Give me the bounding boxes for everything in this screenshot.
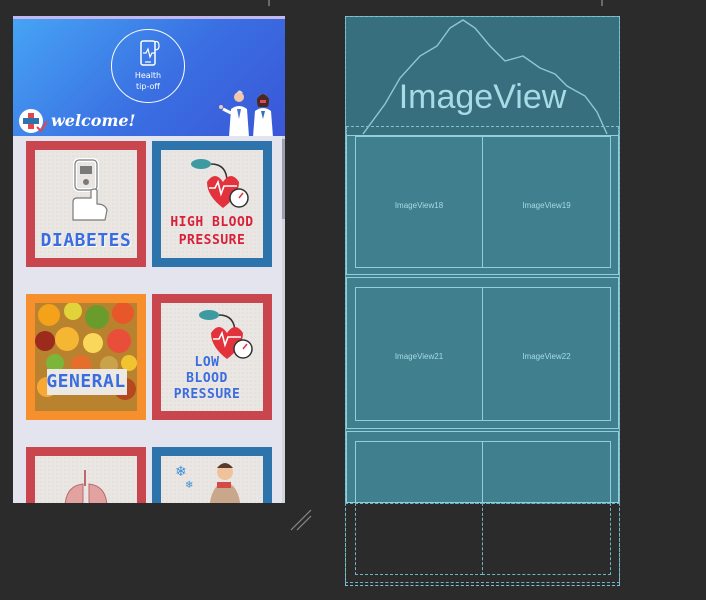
- blueprint-cell-imageview21[interactable]: ImageView21: [355, 287, 483, 421]
- blueprint-cell-offscreen: [482, 503, 611, 575]
- blood-pressure-gauge-icon: [199, 310, 253, 359]
- glucometer-hand-icon: [72, 158, 108, 221]
- card-diabetes[interactable]: DIABETES: [26, 141, 146, 267]
- ruler-tick: [268, 0, 270, 6]
- card-high-blood-pressure[interactable]: HIGH BLOOD PRESSURE: [152, 141, 272, 267]
- design-preview[interactable]: Health tip-off welcome! DIABETES HIGH BL…: [13, 16, 285, 503]
- cold-person-image: [209, 463, 241, 503]
- lungs-image: [64, 470, 108, 503]
- card-general-label: GENERAL: [46, 371, 126, 392]
- card-low-blood-pressure[interactable]: LOW BLOOD PRESSURE: [152, 294, 272, 420]
- scrollbar-thumb[interactable]: [282, 139, 285, 219]
- blueprint-cell-offscreen: [355, 503, 483, 575]
- ruler-tick: [601, 0, 603, 6]
- doctors-illustration: [219, 90, 273, 136]
- blueprint-cell-imageview22[interactable]: ImageView22: [482, 287, 611, 421]
- blueprint-cell-imageview19[interactable]: ImageView19: [482, 136, 611, 268]
- card-lungs[interactable]: [26, 447, 146, 503]
- card-general[interactable]: GENERAL: [26, 294, 146, 420]
- snowflake-icon: ❄: [185, 480, 194, 491]
- phone-heartbeat-icon: [140, 40, 160, 66]
- blood-pressure-gauge-icon: [191, 159, 249, 208]
- blueprint-cell[interactable]: [355, 441, 483, 503]
- card-low-blood-pressure-label: LOW BLOOD PRESSURE: [173, 355, 241, 402]
- card-cold[interactable]: ❄ ❄: [152, 447, 272, 503]
- blueprint-imageview-label: ImageView: [398, 78, 567, 116]
- blueprint-view[interactable]: ImageView ImageView18 ImageView19 ImageV…: [345, 16, 620, 586]
- card-diabetes-label: DIABETES: [40, 230, 132, 251]
- blueprint-cell[interactable]: [482, 441, 611, 503]
- app-logo: Health tip-off: [111, 29, 185, 103]
- mountain-placeholder-icon: [362, 19, 608, 135]
- snowflake-icon: ❄: [175, 464, 187, 480]
- blueprint-cell-imageview18[interactable]: ImageView18: [355, 136, 483, 268]
- app-logo-text: Health tip-off: [134, 71, 162, 91]
- welcome-text: welcome!: [51, 111, 136, 130]
- card-high-blood-pressure-label: HIGH BLOOD PRESSURE: [170, 215, 254, 248]
- medical-cross-icon: [19, 109, 47, 133]
- app-header: Health tip-off welcome!: [13, 19, 285, 136]
- resize-handle-icon[interactable]: [289, 508, 313, 532]
